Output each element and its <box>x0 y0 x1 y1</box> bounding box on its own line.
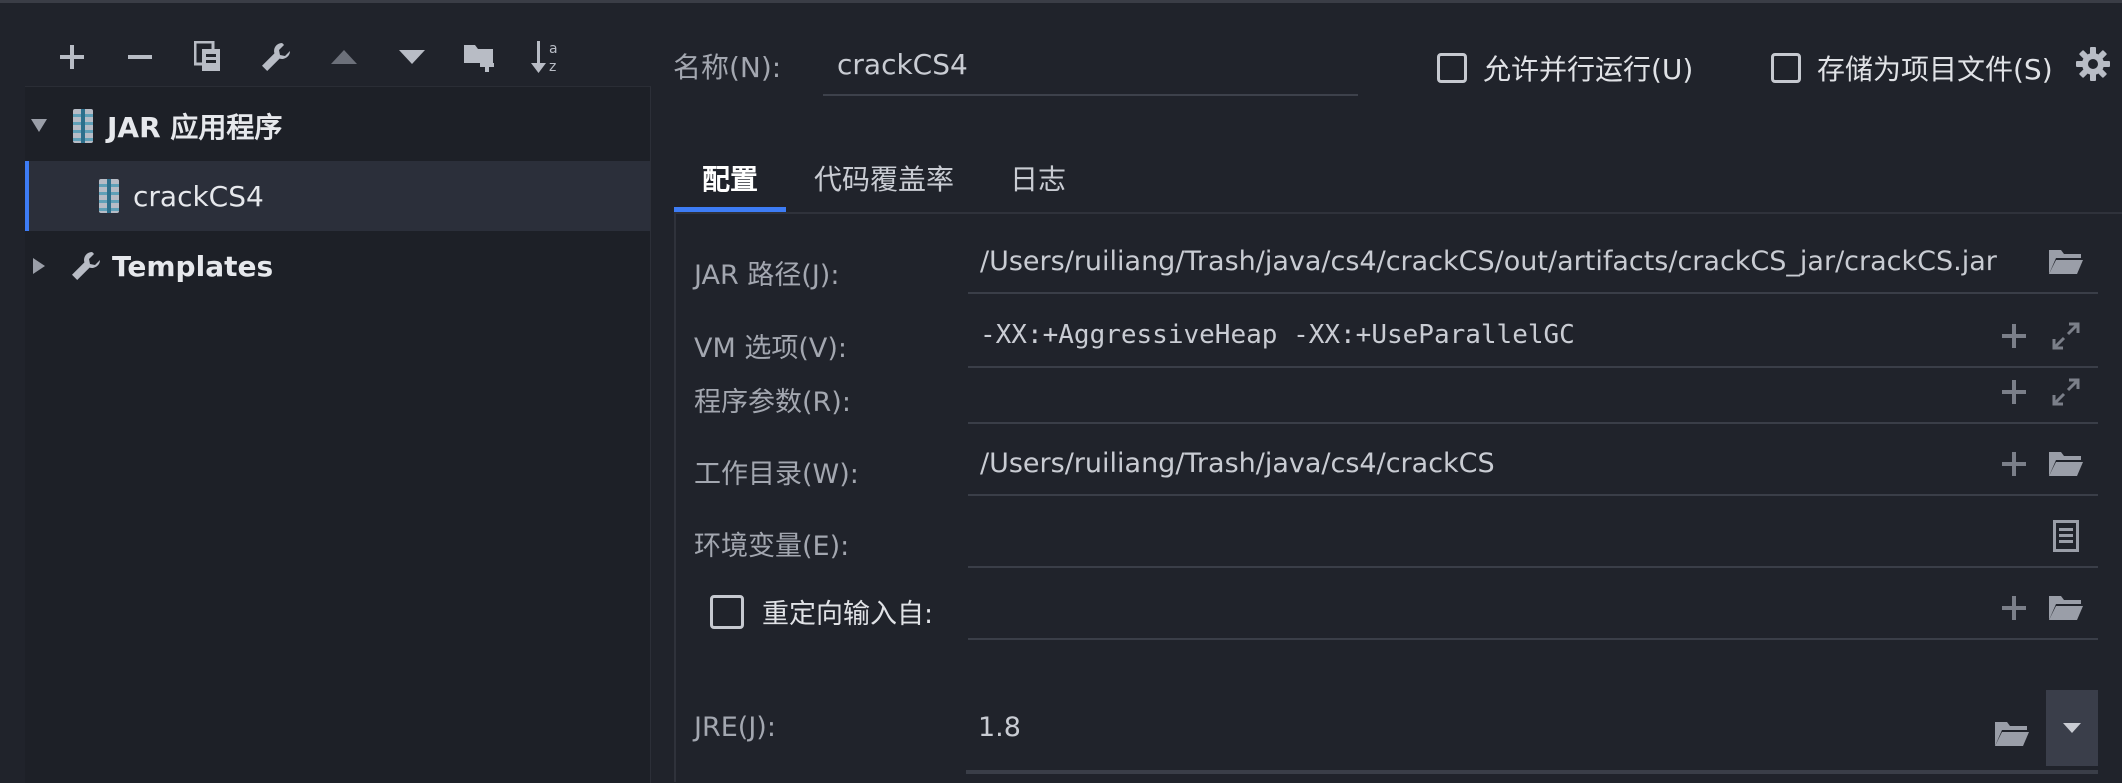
folder-icon[interactable] <box>2040 244 2092 280</box>
new-folder-icon[interactable] <box>446 35 514 79</box>
checkbox-box[interactable] <box>710 594 744 629</box>
vm-options-input[interactable]: -XX:+AggressiveHeap -XX:+UseParallelGC <box>968 308 2098 368</box>
name-input-value: crackCS4 <box>837 48 968 81</box>
config-tabs: 配置 代码覆盖率 日志 <box>674 158 1094 212</box>
redirect-input-label: 重定向输入自: <box>762 599 934 630</box>
tree-node-label: Templates <box>112 249 274 283</box>
add-icon[interactable] <box>1988 446 2040 482</box>
name-input[interactable]: crackCS4 <box>823 40 1358 96</box>
program-args-input[interactable] <box>968 364 2098 424</box>
working-dir-input[interactable]: /Users/ruiliang/Trash/java/cs4/crackCS <box>968 436 2098 496</box>
redirect-input-checkbox[interactable]: 重定向输入自: <box>710 592 933 631</box>
allow-parallel-label: 允许并行运行(U) <box>1483 53 1694 86</box>
checkbox-box[interactable] <box>1771 53 1801 83</box>
expand-arrow-icon[interactable] <box>31 119 47 133</box>
add-icon[interactable] <box>1988 374 2040 410</box>
jar-icon <box>73 109 93 143</box>
jar-path-input[interactable]: /Users/ruiliang/Trash/java/cs4/crackCS/o… <box>968 234 2098 294</box>
document-icon[interactable] <box>2040 518 2092 554</box>
sidebar-toolbar: az <box>38 35 582 79</box>
name-label: 名称(N): <box>673 51 782 84</box>
tree-node-templates[interactable]: Templates <box>25 231 650 301</box>
working-dir-label: 工作目录(W): <box>694 459 859 490</box>
tab-configuration[interactable]: 配置 <box>674 158 787 212</box>
vm-options-label: VM 选项(V): <box>694 333 847 364</box>
env-vars-input[interactable] <box>968 508 2098 568</box>
jar-icon <box>99 179 119 213</box>
allow-parallel-checkbox[interactable]: 允许并行运行(U) <box>1437 48 1693 88</box>
wrench-icon <box>72 252 100 280</box>
folder-icon[interactable] <box>1986 716 2038 752</box>
expand-icon[interactable] <box>2040 318 2092 354</box>
jar-path-value: /Users/ruiliang/Trash/java/cs4/crackCS/o… <box>980 246 1997 277</box>
move-up-icon[interactable] <box>310 35 378 79</box>
redirect-input-field[interactable] <box>968 580 2098 640</box>
configuration-form: JAR 路径(J): /Users/ruiliang/Trash/java/cs… <box>674 212 2122 782</box>
vm-options-value: -XX:+AggressiveHeap -XX:+UseParallelGC <box>980 320 1575 350</box>
collapse-arrow-icon[interactable] <box>33 258 46 274</box>
jre-value: 1.8 <box>978 712 1021 743</box>
sort-az-icon[interactable]: az <box>514 35 582 79</box>
run-configurations-sidebar: az JAR 应用程序 crackCS4 Templates <box>0 3 651 783</box>
working-dir-value: /Users/ruiliang/Trash/java/cs4/crackCS <box>980 448 1495 479</box>
copy-icon[interactable] <box>174 35 242 79</box>
add-icon[interactable] <box>38 35 106 79</box>
jre-dropdown-button[interactable] <box>2046 690 2098 766</box>
remove-icon[interactable] <box>106 35 174 79</box>
add-icon[interactable] <box>1988 318 2040 354</box>
folder-icon[interactable] <box>2040 590 2092 626</box>
expand-icon[interactable] <box>2040 374 2092 410</box>
jre-label: JRE(J): <box>694 712 776 743</box>
folder-icon[interactable] <box>2040 446 2092 482</box>
svg-text:z: z <box>549 59 556 75</box>
checkbox-box[interactable] <box>1437 53 1467 83</box>
gear-icon[interactable] <box>2075 46 2111 82</box>
store-as-project-label: 存储为项目文件(S) <box>1817 53 2053 86</box>
add-icon[interactable] <box>1988 590 2040 626</box>
tab-logs[interactable]: 日志 <box>982 158 1094 212</box>
svg-text:a: a <box>549 41 558 57</box>
store-as-project-checkbox[interactable]: 存储为项目文件(S) <box>1771 48 2053 88</box>
tree-node-crackcs4[interactable]: crackCS4 <box>25 161 650 231</box>
wrench-icon[interactable] <box>242 35 310 79</box>
jre-select[interactable]: 1.8 <box>966 690 2098 774</box>
tree-node-jar-application[interactable]: JAR 应用程序 <box>25 91 650 161</box>
chevron-down-icon <box>2063 723 2081 733</box>
env-vars-label: 环境变量(E): <box>694 531 850 562</box>
configuration-tree: JAR 应用程序 crackCS4 Templates <box>25 86 651 783</box>
program-args-label: 程序参数(R): <box>694 387 851 418</box>
tree-node-label: JAR 应用程序 <box>107 111 283 144</box>
tab-code-coverage[interactable]: 代码覆盖率 <box>786 158 982 212</box>
tree-node-label: crackCS4 <box>133 179 264 213</box>
move-down-icon[interactable] <box>378 35 446 79</box>
jar-path-label: JAR 路径(J): <box>694 260 840 291</box>
